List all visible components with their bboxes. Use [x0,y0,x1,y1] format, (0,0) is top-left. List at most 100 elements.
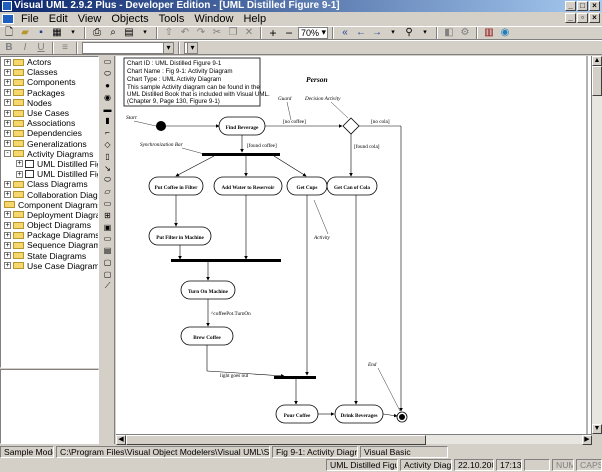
scroll-down-icon[interactable]: ▼ [592,424,602,434]
menu-edit[interactable]: Edit [44,12,73,26]
object-flow-tool-icon[interactable]: ↘ [102,162,113,174]
expand-icon[interactable]: + [16,170,23,178]
frame-tool-icon[interactable]: ▢ [102,257,113,269]
dropdown-arrow-icon[interactable]: ▾ [386,27,400,39]
end-tool-icon[interactable]: ◉ [102,91,113,103]
swimlane-tool-icon[interactable]: ▯ [102,150,113,162]
maximize-button[interactable]: □ [577,1,588,11]
open-folder-icon[interactable]: ▰ [18,27,32,39]
activity-put-coffee-in-filter[interactable]: Put Coffee in Filter [148,176,204,196]
menu-help[interactable]: Help [238,12,271,26]
tree-item[interactable]: + UML Distilled Figure 9 [1,169,98,179]
collapse-icon[interactable]: - [4,150,11,158]
prev-icon[interactable]: ← [354,27,368,39]
minimize-button[interactable]: _ [565,1,576,11]
sync-bar-join[interactable] [171,259,281,262]
activity-add-water[interactable]: Add Water to Reservoir [213,176,283,196]
rect-tool-icon[interactable]: ▭ [102,198,113,210]
copy-diagram-icon[interactable]: ▤ [122,27,136,39]
decision-node[interactable] [342,117,360,135]
save-icon[interactable]: ▪ [34,27,48,39]
expand-icon[interactable]: + [4,140,11,148]
doc-restore-button[interactable]: ▫ [577,13,588,23]
lane-tool-icon[interactable]: ⊞ [102,209,113,221]
menu-file[interactable]: File [16,12,44,26]
start-tool-icon[interactable]: ● [102,80,113,92]
model-tree[interactable]: + Actors + Classes + Components + Packages + Node… [0,56,99,368]
expand-icon[interactable]: + [4,68,11,76]
find-icon[interactable]: ⚲ [402,27,416,39]
tree-item[interactable]: - Activity Diagrams [1,149,98,159]
sync-bar-tool-icon[interactable]: ▬ [102,103,113,115]
scroll-thumb[interactable] [126,435,426,445]
sync-bar-fork[interactable] [202,153,280,156]
scroll-right-icon[interactable]: ▶ [582,435,592,445]
tree-item[interactable]: + State Diagrams [1,251,98,261]
dropdown-arrow-icon[interactable]: ▾ [138,27,152,39]
tree-item[interactable]: + Components [1,77,98,87]
new-file-icon[interactable]: 🗋 [2,27,16,39]
activity-get-cups[interactable]: Get Cups [286,176,328,196]
start-node[interactable] [156,121,166,131]
expand-icon[interactable]: + [4,109,11,117]
text-tool-icon[interactable]: ▭ [102,233,113,245]
redo-icon[interactable]: ↷ [194,27,208,39]
menu-objects[interactable]: Objects [106,12,153,26]
activity-brew-coffee[interactable]: Brew Coffee [180,326,234,346]
horizontal-scrollbar[interactable]: ◀ ▶ [116,434,592,445]
doc-close-button[interactable]: × [589,13,600,23]
select-tool-icon[interactable]: ▭ [102,56,113,68]
line-tool-icon[interactable]: ⟋ [102,280,113,292]
expand-icon[interactable]: + [4,129,11,137]
menu-tools[interactable]: Tools [154,12,190,26]
bold-icon[interactable]: B [2,42,16,54]
sync-bar-join-2[interactable] [274,376,316,379]
activity-drink-beverages[interactable]: Drink Beverages [334,404,384,424]
expand-icon[interactable]: + [4,78,11,86]
activity-pour-coffee[interactable]: Pour Coffee [275,404,319,424]
vertical-scrollbar[interactable]: ▲ ▼ [591,56,602,434]
detail-pane[interactable] [0,369,99,444]
expand-icon[interactable]: + [4,58,11,66]
transition-tool-icon[interactable]: ⌐ [102,127,113,139]
tree-item[interactable]: + Nodes [1,98,98,108]
tree-item[interactable]: + UML Distilled Figure 9 [1,159,98,169]
expand-icon[interactable]: + [4,191,11,199]
tree-item[interactable]: + Collaboration Diagrams [1,189,98,200]
delete-icon[interactable]: ✕ [242,27,256,39]
tree-item[interactable]: + Package Diagrams [1,230,98,240]
undo-icon[interactable]: ↶ [178,27,192,39]
underline-icon[interactable]: U [34,42,48,54]
chart-info-note[interactable]: Chart ID : UML Distilled Figure 9-1 Char… [123,57,270,107]
expand-icon[interactable]: + [4,252,11,260]
tree-item[interactable]: + Use Cases [1,108,98,118]
expand-icon[interactable]: + [4,221,11,229]
diagram-canvas[interactable]: Chart ID : UML Distilled Figure 9-1 Char… [116,56,592,434]
image-tool-icon[interactable]: ▤ [102,245,113,257]
expand-icon[interactable]: + [16,160,23,168]
align-left-icon[interactable]: ≡ [58,42,72,54]
zoom-out-icon[interactable]: − [282,27,296,39]
state-tool-icon[interactable]: ⬭ [102,174,113,186]
activity-turn-on-machine[interactable]: Turn On Machine [180,280,236,300]
expand-icon[interactable]: + [4,211,11,219]
layout-icon[interactable]: ◧ [442,27,456,39]
font-select[interactable]: ▾ [82,41,174,54]
note-tool-icon[interactable]: ▱ [102,186,113,198]
activity-put-filter[interactable]: Put Filter in Machine [148,226,212,246]
scroll-left-icon[interactable]: ◀ [116,435,126,445]
tree-item[interactable]: + Associations [1,118,98,128]
print-preview-icon[interactable]: ⌕ [106,27,120,39]
italic-icon[interactable]: I [18,42,32,54]
menu-window[interactable]: Window [189,12,238,26]
tree-item[interactable]: + Generalizations [1,139,98,149]
doc-minimize-button[interactable]: _ [565,13,576,23]
tree-item[interactable]: + Class Diagrams [1,179,98,189]
size-select[interactable]: ▾ [184,41,198,54]
menu-view[interactable]: View [73,12,107,26]
tree-item[interactable]: + Object Diagrams [1,220,98,230]
activity-get-cola[interactable]: Get Can of Cola [326,176,378,196]
options-icon[interactable]: ⚙ [458,27,472,39]
copy-icon[interactable]: ❐ [226,27,240,39]
next-icon[interactable]: → [370,27,384,39]
